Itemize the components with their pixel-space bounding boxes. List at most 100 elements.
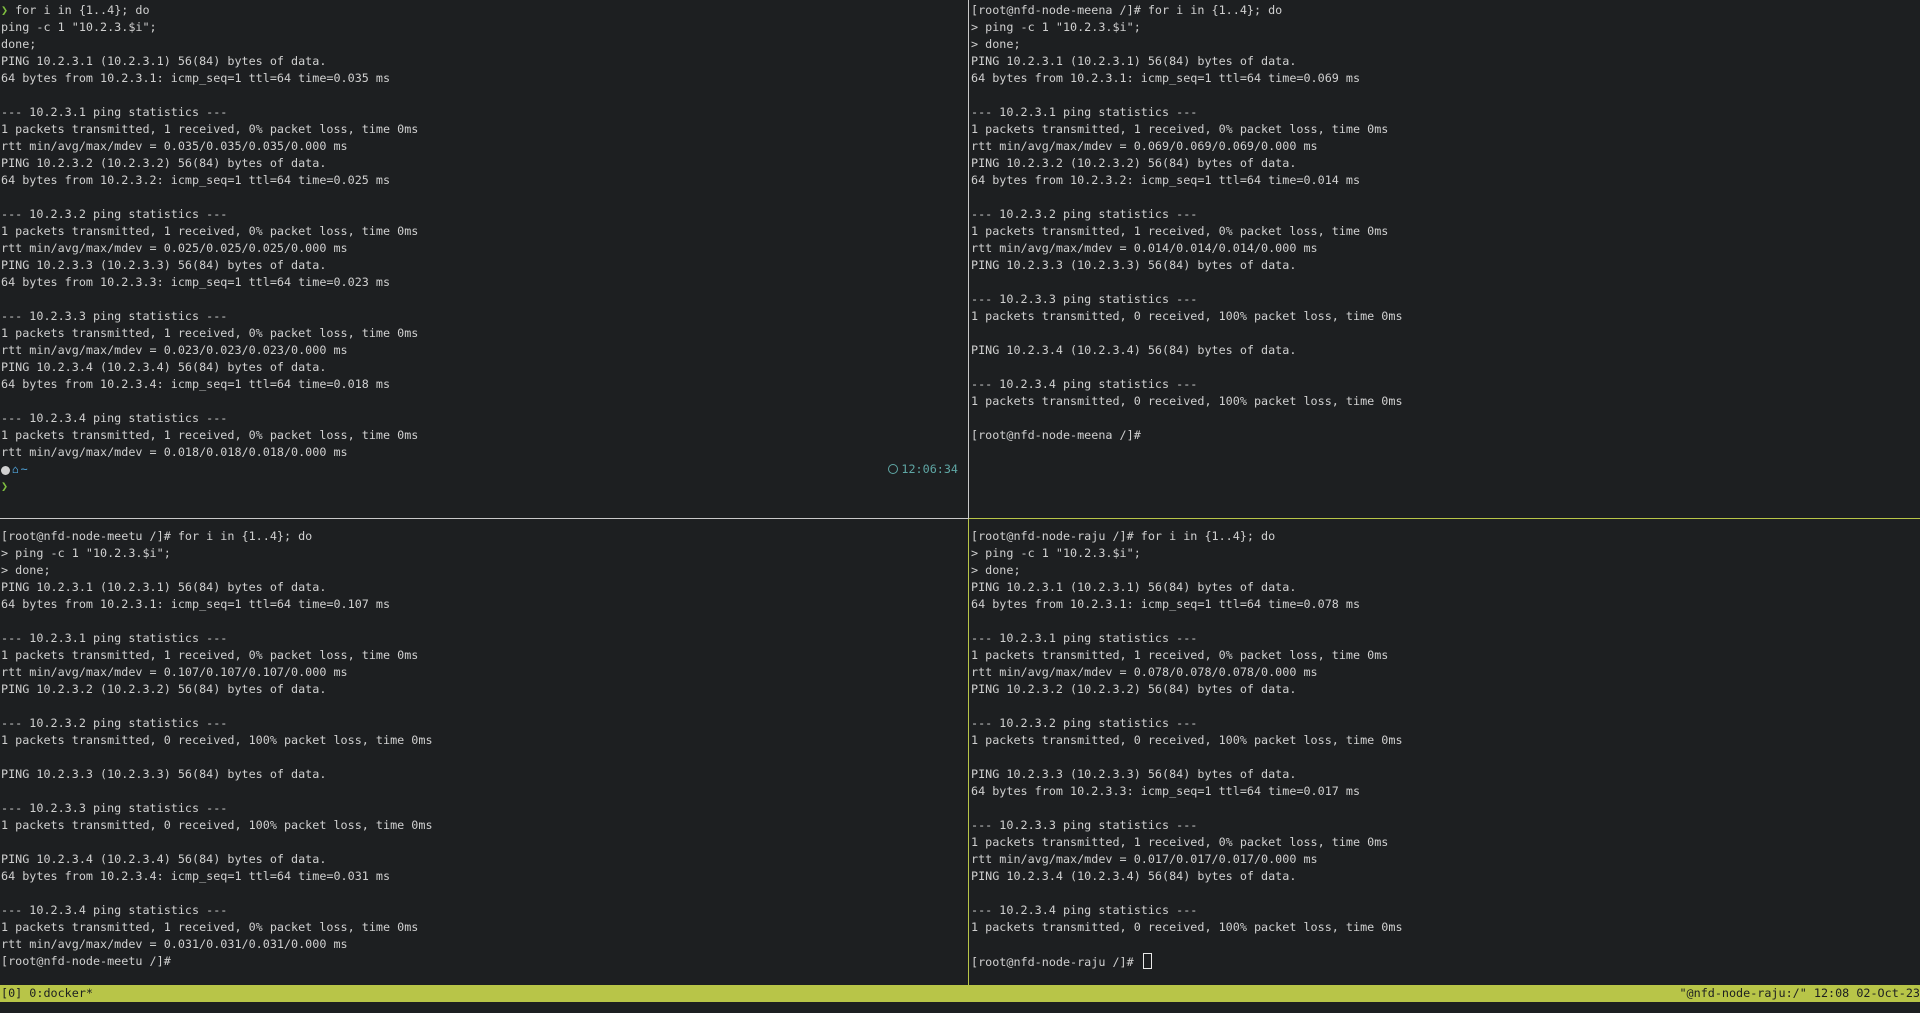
- terminal-line: 64 bytes from 10.2.3.2: icmp_seq=1 ttl=6…: [1, 173, 391, 187]
- terminal-line: rtt min/avg/max/mdev = 0.031/0.031/0.031…: [1, 937, 348, 951]
- terminal-line: --- 10.2.3.4 ping statistics ---: [1, 411, 228, 425]
- terminal-line: 1 packets transmitted, 1 received, 0% pa…: [1, 920, 419, 934]
- clock-icon: [888, 464, 899, 474]
- terminal-line: 1 packets transmitted, 1 received, 0% pa…: [1, 648, 419, 662]
- terminal-line: > ping -c 1 "10.2.3.$i";: [971, 546, 1141, 560]
- terminal-line: 64 bytes from 10.2.3.1: icmp_seq=1 ttl=6…: [1, 71, 391, 85]
- tmux-window-list[interactable]: [0] 0:docker*: [1, 985, 93, 1002]
- terminal-line: --- 10.2.3.1 ping statistics ---: [1, 631, 228, 645]
- terminal-line: --- 10.2.3.2 ping statistics ---: [971, 207, 1198, 221]
- terminal-line: --- 10.2.3.3 ping statistics ---: [971, 292, 1198, 306]
- terminal-line: [root@nfd-node-meetu /]# for i in {1..4}…: [1, 529, 313, 543]
- terminal-line: PING 10.2.3.4 (10.2.3.4) 56(84) bytes of…: [1, 852, 327, 866]
- terminal-line: rtt min/avg/max/mdev = 0.078/0.078/0.078…: [971, 665, 1318, 679]
- terminal-line: 1 packets transmitted, 1 received, 0% pa…: [971, 835, 1389, 849]
- terminal-pane-top-right[interactable]: [root@nfd-node-meena /]# for i in {1..4}…: [970, 0, 1920, 518]
- prompt-line[interactable]: [root@nfd-node-meetu /]#: [1, 953, 968, 970]
- terminal-line: rtt min/avg/max/mdev = 0.025/0.025/0.025…: [1, 241, 348, 255]
- terminal-line: PING 10.2.3.2 (10.2.3.2) 56(84) bytes of…: [971, 682, 1297, 696]
- terminal-line: rtt min/avg/max/mdev = 0.107/0.107/0.107…: [1, 665, 348, 679]
- terminal-line: --- 10.2.3.4 ping statistics ---: [971, 903, 1198, 917]
- terminal-line: rtt min/avg/max/mdev = 0.014/0.014/0.014…: [971, 241, 1318, 255]
- terminal-line: PING 10.2.3.3 (10.2.3.3) 56(84) bytes of…: [971, 258, 1297, 272]
- terminal-line: PING 10.2.3.3 (10.2.3.3) 56(84) bytes of…: [971, 767, 1297, 781]
- terminal-cursor: [1142, 953, 1152, 969]
- terminal-line: --- 10.2.3.2 ping statistics ---: [1, 716, 228, 730]
- terminal-line: PING 10.2.3.3 (10.2.3.3) 56(84) bytes of…: [1, 258, 327, 272]
- prompt-chevron-icon: ❯: [1, 479, 9, 493]
- terminal-line: ❯ for i in {1..4}; do: [1, 3, 150, 17]
- terminal-line: 1 packets transmitted, 1 received, 0% pa…: [1, 326, 419, 340]
- terminal-line: [root@nfd-node-raju /]# for i in {1..4};…: [971, 529, 1276, 543]
- home-icon: ⌂: [12, 463, 19, 476]
- terminal-line: --- 10.2.3.4 ping statistics ---: [1, 903, 228, 917]
- terminal-line: 64 bytes from 10.2.3.2: icmp_seq=1 ttl=6…: [971, 173, 1361, 187]
- terminal-line: PING 10.2.3.2 (10.2.3.2) 56(84) bytes of…: [1, 156, 327, 170]
- terminal-line: 64 bytes from 10.2.3.1: icmp_seq=1 ttl=6…: [971, 71, 1361, 85]
- terminal-line: 1 packets transmitted, 1 received, 0% pa…: [971, 122, 1389, 136]
- prompt-clock: 12:06:34: [888, 461, 958, 478]
- pane-divider-horizontal-left[interactable]: [0, 518, 968, 519]
- terminal-line: > done;: [1, 563, 51, 577]
- prompt-line[interactable]: ❯: [1, 478, 968, 495]
- terminal-line: --- 10.2.3.3 ping statistics ---: [1, 309, 228, 323]
- terminal-line: rtt min/avg/max/mdev = 0.035/0.035/0.035…: [1, 139, 348, 153]
- terminal-line: done;: [1, 37, 37, 51]
- terminal-line: ping -c 1 "10.2.3.$i";: [1, 20, 157, 34]
- terminal-pane-bottom-right-active[interactable]: [root@nfd-node-raju /]# for i in {1..4};…: [970, 520, 1920, 985]
- prompt-line[interactable]: [root@nfd-node-meena /]#: [971, 427, 1920, 444]
- terminal-line: 1 packets transmitted, 0 received, 100% …: [971, 394, 1403, 408]
- terminal-line: --- 10.2.3.1 ping statistics ---: [971, 631, 1198, 645]
- terminal-line: 1 packets transmitted, 1 received, 0% pa…: [1, 122, 419, 136]
- terminal-line: 64 bytes from 10.2.3.3: icmp_seq=1 ttl=6…: [971, 784, 1361, 798]
- terminal-line: > done;: [971, 37, 1021, 51]
- terminal-pane-top-left[interactable]: ❯ for i in {1..4}; do ping -c 1 "10.2.3.…: [0, 0, 968, 518]
- terminal-line: 1 packets transmitted, 0 received, 100% …: [971, 920, 1403, 934]
- terminal-line: --- 10.2.3.1 ping statistics ---: [1, 105, 228, 119]
- terminal-line: PING 10.2.3.3 (10.2.3.3) 56(84) bytes of…: [1, 767, 327, 781]
- terminal-line: > ping -c 1 "10.2.3.$i";: [1, 546, 171, 560]
- prompt-info-line: ⌂ ~ 12:06:34: [1, 461, 968, 478]
- pane-divider-vertical-active[interactable]: [968, 519, 969, 985]
- terminal-line: 64 bytes from 10.2.3.4: icmp_seq=1 ttl=6…: [1, 377, 391, 391]
- tmux-status-right: "@nfd-node-raju:/" 12:08 02-Oct-23: [1679, 986, 1920, 1000]
- terminal-line: 64 bytes from 10.2.3.1: icmp_seq=1 ttl=6…: [971, 597, 1361, 611]
- terminal-line: 64 bytes from 10.2.3.1: icmp_seq=1 ttl=6…: [1, 597, 391, 611]
- prompt-line[interactable]: [root@nfd-node-raju /]#: [971, 953, 1920, 970]
- terminal-line: PING 10.2.3.1 (10.2.3.1) 56(84) bytes of…: [1, 580, 327, 594]
- terminal-line: --- 10.2.3.4 ping statistics ---: [971, 377, 1198, 391]
- terminal-line: 1 packets transmitted, 1 received, 0% pa…: [1, 224, 419, 238]
- terminal-line: --- 10.2.3.2 ping statistics ---: [971, 716, 1198, 730]
- terminal-line: PING 10.2.3.1 (10.2.3.1) 56(84) bytes of…: [1, 54, 327, 68]
- terminal-line: 1 packets transmitted, 0 received, 100% …: [1, 733, 433, 747]
- terminal-pane-bottom-left[interactable]: [root@nfd-node-meetu /]# for i in {1..4}…: [0, 520, 968, 985]
- terminal-line: > ping -c 1 "10.2.3.$i";: [971, 20, 1141, 34]
- os-logo-icon: [1, 466, 10, 475]
- terminal-line: 1 packets transmitted, 0 received, 100% …: [1, 818, 433, 832]
- terminal-line: --- 10.2.3.3 ping statistics ---: [971, 818, 1198, 832]
- terminal-line: PING 10.2.3.4 (10.2.3.4) 56(84) bytes of…: [971, 343, 1297, 357]
- terminal-line: --- 10.2.3.3 ping statistics ---: [1, 801, 228, 815]
- terminal-line: 1 packets transmitted, 1 received, 0% pa…: [971, 224, 1389, 238]
- pane-divider-horizontal-active[interactable]: [969, 518, 1920, 519]
- terminal-line: PING 10.2.3.4 (10.2.3.4) 56(84) bytes of…: [1, 360, 327, 374]
